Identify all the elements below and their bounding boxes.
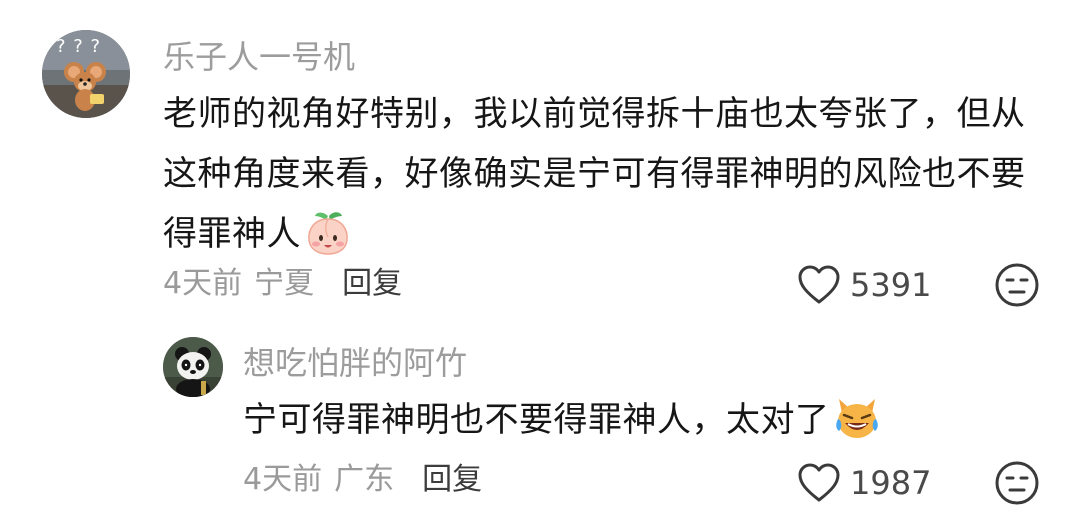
- dislike-button[interactable]: [994, 262, 1040, 308]
- reply-button[interactable]: 回复: [342, 266, 402, 301]
- avatar-question-marks: ? ? ?: [56, 36, 102, 57]
- comment-text: 宁可得罪神明也不要得罪神人，太对了: [243, 390, 1063, 450]
- comment-text-line: 这种角度来看，好像确实是宁可有得罪神明的风险也不要: [163, 154, 1026, 194]
- comment-text-line: 得罪神人: [163, 204, 1063, 264]
- comment-time: 4天前: [163, 266, 243, 301]
- dislike-button[interactable]: [994, 460, 1040, 506]
- like-button[interactable]: 1987: [796, 462, 931, 504]
- avatar[interactable]: [163, 337, 223, 397]
- comment-meta: 4天前 广东 回复: [243, 460, 494, 500]
- comment-text: 老师的视角好特别，我以前觉得拆十庙也太夸张了，但从 这种角度来看，好像确实是宁可…: [163, 84, 1063, 264]
- crying-laughing-cat-emoji-icon: [832, 393, 882, 443]
- comment-username[interactable]: 想吃怕胖的阿竹: [243, 343, 467, 383]
- comment-username[interactable]: 乐子人一号机: [163, 37, 355, 77]
- like-button[interactable]: 5391: [796, 264, 931, 306]
- comment-time: 4天前: [243, 462, 323, 497]
- panda-avatar-image: [163, 337, 223, 397]
- avatar[interactable]: ? ? ?: [42, 30, 130, 118]
- comment-text-line-end: 得罪神人: [163, 214, 301, 254]
- comment-location: 宁夏: [254, 266, 315, 301]
- comment-text-line: 老师的视角好特别，我以前觉得拆十庙也太夸张了，但从: [163, 94, 1026, 134]
- comment-meta: 4天前 宁夏 回复: [163, 264, 414, 304]
- reply-button[interactable]: 回复: [422, 462, 482, 497]
- heart-outline-icon: [796, 264, 842, 306]
- comment-location: 广东: [334, 462, 395, 497]
- comment-text-line: 宁可得罪神明也不要得罪神人，太对了: [243, 400, 830, 440]
- heart-outline-icon: [796, 462, 842, 504]
- peach-face-emoji-icon: [303, 207, 353, 257]
- like-count: 1987: [850, 464, 932, 502]
- unamused-face-icon: [994, 460, 1040, 506]
- like-count: 5391: [850, 266, 932, 304]
- unamused-face-icon: [994, 262, 1040, 308]
